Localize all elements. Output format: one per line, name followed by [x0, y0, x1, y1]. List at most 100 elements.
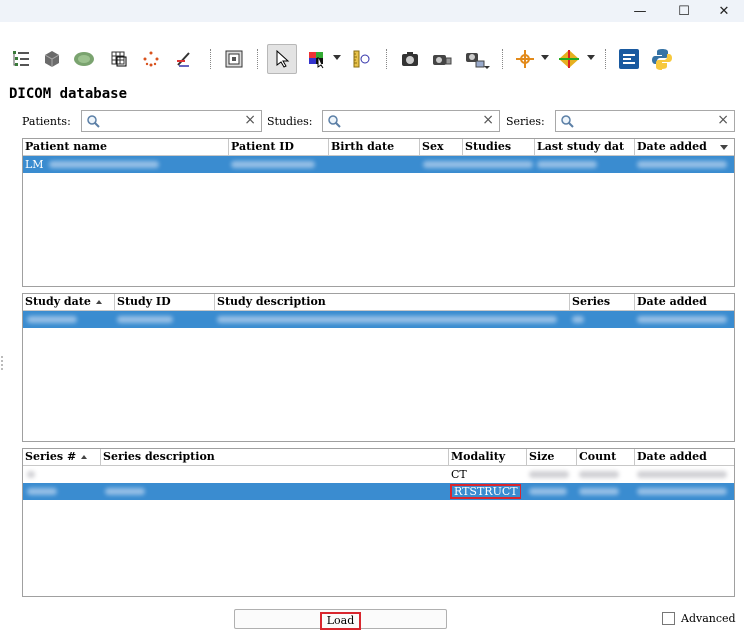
redacted-text [423, 161, 533, 168]
series-table[interactable]: Series # Series description Modality Siz… [22, 448, 735, 597]
layout-icon [225, 50, 243, 68]
column-header[interactable]: Count [577, 449, 635, 465]
redacted-text [27, 488, 57, 495]
table-row[interactable]: CT [23, 466, 734, 483]
column-header[interactable]: Date added [635, 294, 734, 310]
column-header[interactable]: Size [527, 449, 577, 465]
minimize-button[interactable]: — [617, 0, 663, 22]
maximize-button[interactable]: ☐ [661, 0, 707, 22]
redacted-text [231, 161, 315, 168]
segment-editor-icon [111, 51, 127, 67]
python-console-button[interactable] [649, 46, 675, 72]
python-icon [652, 49, 672, 70]
checkbox-icon[interactable] [662, 612, 675, 625]
pointer-mode-button[interactable] [267, 44, 297, 74]
column-header[interactable]: Date added [635, 449, 734, 465]
load-button-label: Load [319, 612, 362, 630]
modality-cell: CT [451, 468, 467, 481]
minimize-icon: — [633, 3, 647, 19]
column-header[interactable]: Series description [101, 449, 449, 465]
sort-descending-icon [720, 145, 728, 150]
crosshair-ruler-button[interactable] [348, 46, 374, 72]
redacted-text [637, 471, 727, 478]
transforms-icon [177, 52, 190, 67]
column-header[interactable]: Study date [23, 294, 115, 310]
capture-dropdown-icon[interactable] [484, 66, 490, 69]
column-header[interactable]: Patient ID [229, 139, 329, 155]
studies-table[interactable]: Study date Study ID Study description Se… [22, 293, 735, 442]
crosshair-ruler-icon [353, 50, 370, 68]
window-level-dropdown-icon[interactable] [333, 55, 341, 60]
series-table-header: Series # Series description Modality Siz… [23, 449, 734, 466]
scene-view-icon [433, 55, 452, 65]
redacted-text [637, 488, 727, 495]
sort-ascending-icon [81, 455, 88, 459]
window-level-button[interactable] [304, 46, 330, 72]
scene-view-button[interactable] [429, 46, 455, 72]
column-header[interactable]: Sex [420, 139, 463, 155]
patients-table[interactable]: Patient name Patient ID Birth date Sex S… [22, 138, 735, 287]
series-filter-label: Series: [506, 115, 545, 128]
close-button[interactable]: ✕ [704, 0, 744, 22]
page-title: DICOM database [9, 86, 128, 102]
rtstruct-highlight: RTSTRUCT [450, 484, 521, 499]
column-header[interactable]: Birth date [329, 139, 420, 155]
segment-editor-button[interactable] [106, 46, 132, 72]
maximize-icon: ☐ [678, 3, 690, 19]
search-icon [328, 115, 341, 128]
column-header-label: Date added [637, 140, 707, 153]
close-icon: ✕ [718, 3, 730, 19]
studies-search-input[interactable]: × [322, 110, 500, 132]
column-header-label: Series # [25, 450, 77, 463]
screenshot-button[interactable] [397, 46, 423, 72]
redacted-text [27, 316, 77, 323]
models-icon [74, 52, 94, 66]
title-bar: — ☐ ✕ [0, 0, 744, 22]
studies-table-header: Study date Study ID Study description Se… [23, 294, 734, 311]
data-module-button[interactable] [8, 46, 34, 72]
transforms-button[interactable] [171, 46, 197, 72]
markups-icon [143, 51, 159, 67]
splitter-handle[interactable] [1, 356, 3, 370]
extension-manager-button[interactable] [616, 46, 642, 72]
clear-icon[interactable]: × [717, 112, 729, 128]
toolbar-separator [502, 49, 503, 69]
slice-intersection-dropdown-icon[interactable] [587, 55, 595, 60]
column-header[interactable]: Study ID [115, 294, 215, 310]
clear-icon[interactable]: × [482, 112, 494, 128]
screenshot-icon [402, 52, 418, 66]
toolbar-separator [210, 49, 211, 69]
volume-rendering-button[interactable] [39, 46, 65, 72]
column-header[interactable]: Series [570, 294, 635, 310]
table-row[interactable]: RTSTRUCT [23, 483, 734, 500]
layout-button[interactable] [221, 46, 247, 72]
redacted-text [537, 161, 597, 168]
toolbar-separator [257, 49, 258, 69]
markups-button[interactable] [138, 46, 164, 72]
patients-table-header: Patient name Patient ID Birth date Sex S… [23, 139, 734, 156]
load-button[interactable]: Load [234, 609, 447, 630]
column-header[interactable]: Study description [215, 294, 570, 310]
table-row[interactable]: LM [23, 156, 734, 173]
crosshair-button[interactable] [512, 46, 538, 72]
patients-filter-label: Patients: [22, 115, 71, 128]
table-row[interactable] [23, 311, 734, 328]
column-header-label: Study date [25, 295, 91, 308]
clear-icon[interactable]: × [244, 112, 256, 128]
series-search-input[interactable]: × [555, 110, 735, 132]
slice-intersection-icon [559, 50, 579, 68]
column-header[interactable]: Series # [23, 449, 101, 465]
models-button[interactable] [71, 46, 97, 72]
advanced-checkbox[interactable]: Advanced [662, 612, 736, 625]
crosshair-dropdown-icon[interactable] [541, 55, 549, 60]
slice-intersection-button[interactable] [556, 46, 582, 72]
column-header[interactable]: Studies [463, 139, 535, 155]
redacted-text [579, 488, 619, 495]
sort-ascending-icon [95, 300, 102, 304]
patients-search-input[interactable]: × [81, 110, 262, 132]
column-header[interactable]: Modality [449, 449, 527, 465]
redacted-text [27, 471, 35, 478]
column-header[interactable]: Last study dat [535, 139, 635, 155]
redacted-text [572, 316, 584, 323]
column-header[interactable]: Patient name [23, 139, 229, 155]
